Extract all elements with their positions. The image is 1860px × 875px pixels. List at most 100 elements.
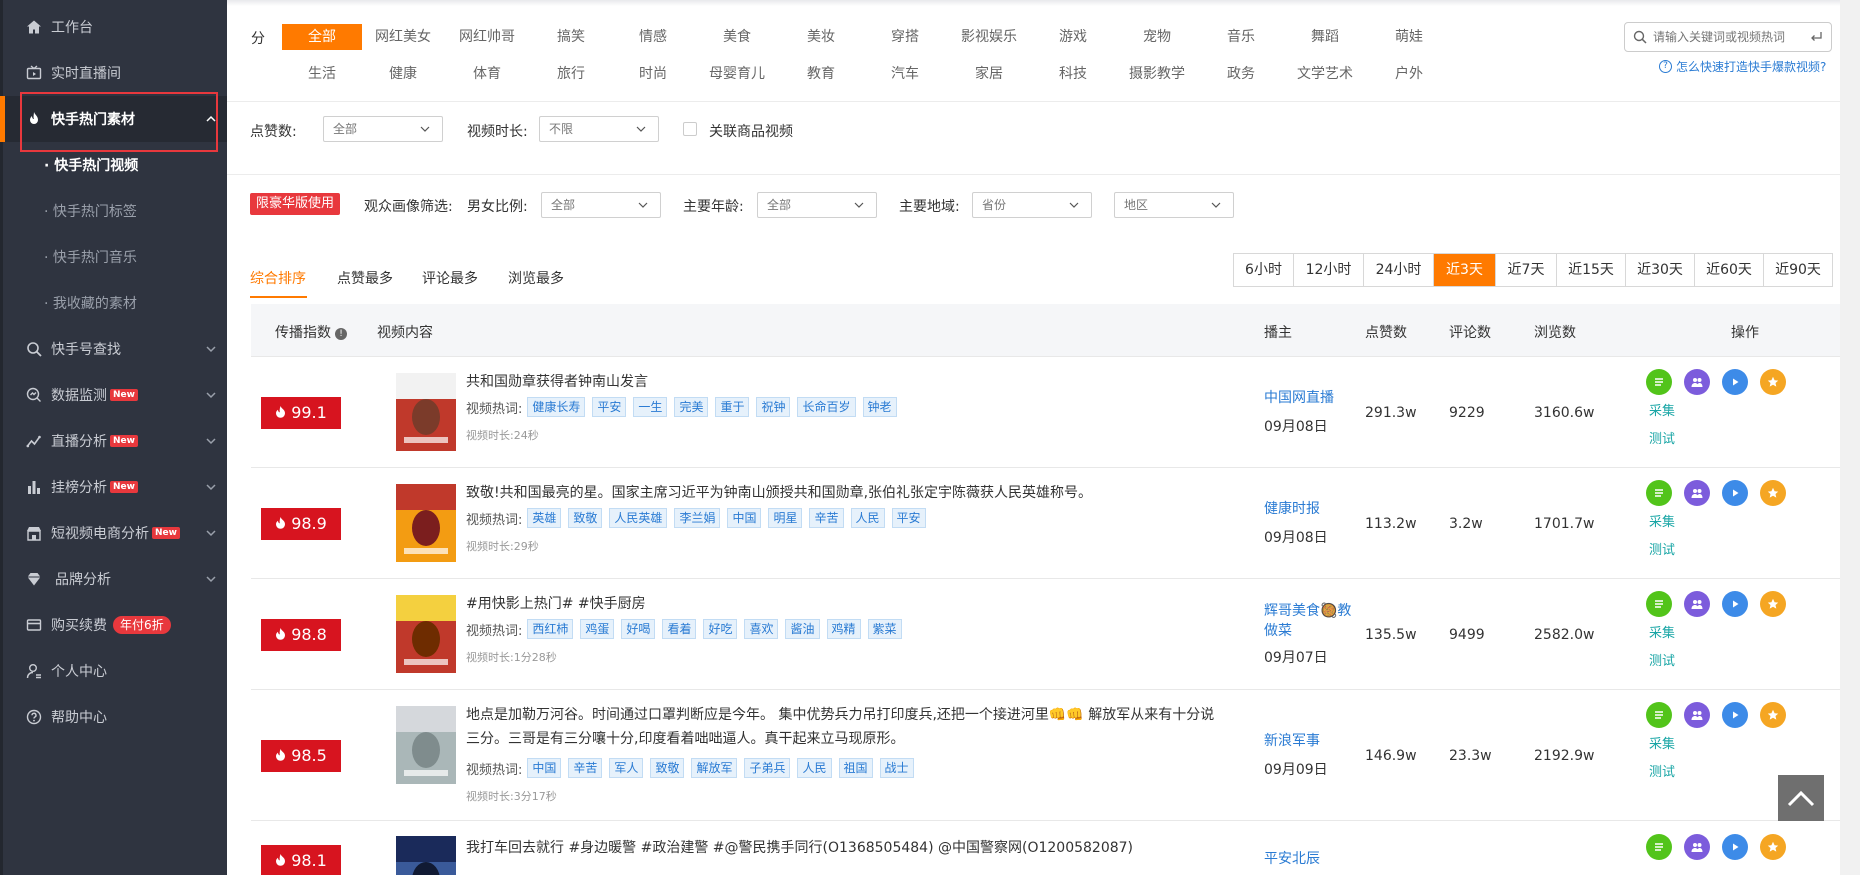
hot-word-tag[interactable]: 好喝 [621,619,656,639]
group-button[interactable] [1684,834,1710,860]
category-option[interactable]: 网红美女 [363,24,443,50]
video-thumbnail[interactable] [396,836,456,875]
detail-button[interactable] [1646,480,1672,506]
video-title[interactable]: #用快影上热门# #快手厨房 [466,592,1216,616]
group-button[interactable] [1684,591,1710,617]
sort-tab-most-views[interactable]: 浏览最多 [508,268,564,288]
time-range-3d[interactable]: 近3天 [1434,254,1496,286]
group-button[interactable] [1684,702,1710,728]
sidebar-subitem-hot-tags[interactable]: · 快手热门标签 [0,188,227,234]
play-button[interactable] [1722,834,1748,860]
hot-word-tag[interactable]: 重于 [715,397,750,417]
hot-word-tag[interactable]: 平安 [592,397,627,417]
sort-tab-most-comments[interactable]: 评论最多 [422,268,478,288]
search-box[interactable] [1624,22,1832,52]
sidebar-item-data-monitor[interactable]: 数据监测 New [0,372,227,418]
hot-word-tag[interactable]: 完美 [674,397,709,417]
sidebar-item-brand-analysis[interactable]: 品牌分析 [0,556,227,602]
category-option[interactable]: 全部 [282,24,362,50]
time-range-60d[interactable]: 近60天 [1695,254,1764,286]
category-option[interactable]: 美妆 [781,24,861,50]
category-option[interactable]: 科技 [1033,61,1113,87]
category-option[interactable]: 舞蹈 [1285,24,1365,50]
play-button[interactable] [1722,480,1748,506]
hot-word-tag[interactable]: 平安 [891,508,926,528]
hot-word-tag[interactable]: 战士 [879,758,914,778]
time-range-24h[interactable]: 24小时 [1364,254,1434,286]
time-range-30d[interactable]: 近30天 [1626,254,1695,286]
category-option[interactable]: 户外 [1369,61,1449,87]
play-button[interactable] [1722,702,1748,728]
hot-word-tag[interactable]: 人民 [797,758,832,778]
sidebar-item-ecommerce-analysis[interactable]: 短视频电商分析 New [0,510,227,556]
category-option[interactable]: 游戏 [1033,24,1113,50]
linked-goods-checkbox[interactable] [683,122,697,136]
category-option[interactable]: 宠物 [1117,24,1197,50]
category-option[interactable]: 情感 [613,24,693,50]
category-option[interactable]: 家居 [949,61,1029,87]
time-range-90d[interactable]: 近90天 [1764,254,1832,286]
likes-select[interactable]: 全部 [323,116,443,142]
sidebar-item-live-analysis[interactable]: 直播分析 New [0,418,227,464]
star-button[interactable] [1760,591,1786,617]
sidebar-item-hot-materials[interactable]: 快手热门素材 [0,96,227,142]
category-option[interactable]: 母婴育儿 [697,61,777,87]
category-option[interactable]: 美食 [697,24,777,50]
collect-link[interactable]: 采集 [1649,511,1675,530]
hot-word-tag[interactable]: 鸡精 [826,619,861,639]
video-title[interactable]: 我打车回去就行 #身边暖警 #政治建警 #@警民携手同行(O1368505484… [466,836,1216,860]
category-option[interactable]: 汽车 [865,61,945,87]
sidebar-item-live-room[interactable]: 实时直播间 [0,50,227,96]
detail-button[interactable] [1646,591,1672,617]
hot-word-tag[interactable]: 喜欢 [744,619,779,639]
sidebar-item-workbench[interactable]: 工作台 [0,4,227,50]
video-thumbnail[interactable] [396,706,456,784]
author-link[interactable]: 中国网直播 [1264,388,1359,408]
category-option[interactable]: 搞笑 [531,24,611,50]
video-title[interactable]: 共和国勋章获得者钟南山发言 [466,370,1216,394]
category-option[interactable]: 旅行 [531,61,611,87]
category-option[interactable]: 教育 [781,61,861,87]
star-button[interactable] [1760,369,1786,395]
hot-word-tag[interactable]: 辛苦 [809,508,844,528]
hot-word-tag[interactable]: 英雄 [527,508,562,528]
hot-word-tag[interactable]: 李兰娟 [674,508,721,528]
info-icon[interactable]: ! [335,328,347,340]
time-range-7d[interactable]: 近7天 [1496,254,1557,286]
sidebar-item-help-center[interactable]: 帮助中心 [0,694,227,740]
play-button[interactable] [1722,369,1748,395]
detail-button[interactable] [1646,702,1672,728]
hot-word-tag[interactable]: 子弟兵 [744,758,791,778]
sort-tab-most-likes[interactable]: 点赞最多 [337,268,393,288]
hot-word-tag[interactable]: 祝钟 [756,397,791,417]
category-option[interactable]: 文学艺术 [1285,61,1365,87]
collect-link[interactable]: 采集 [1649,400,1675,419]
hot-word-tag[interactable]: 长命百岁 [797,397,856,417]
area-select[interactable]: 地区 [1114,192,1234,218]
video-thumbnail[interactable] [396,484,456,562]
search-input[interactable] [1653,30,1803,44]
gender-select[interactable]: 全部 [541,192,661,218]
category-option[interactable]: 生活 [282,61,362,87]
collect-link[interactable]: 采集 [1649,622,1675,641]
category-option[interactable]: 体育 [447,61,527,87]
hot-word-tag[interactable]: 西红柿 [527,619,574,639]
province-select[interactable]: 省份 [972,192,1092,218]
hot-word-tag[interactable]: 鸡蛋 [580,619,615,639]
category-option[interactable]: 摄影教学 [1117,61,1197,87]
time-range-12h[interactable]: 12小时 [1294,254,1364,286]
group-button[interactable] [1684,480,1710,506]
time-range-15d[interactable]: 近15天 [1557,254,1626,286]
star-button[interactable] [1760,702,1786,728]
test-link[interactable]: 测试 [1649,539,1675,558]
group-button[interactable] [1684,369,1710,395]
video-title[interactable]: 地点是加勒万河谷。时间通过口罩判断应是今年。 集中优势兵力吊打印度兵,还把一个接… [466,703,1216,751]
hot-word-tag[interactable]: 致敬 [650,758,685,778]
star-button[interactable] [1760,480,1786,506]
hot-word-tag[interactable]: 明星 [768,508,803,528]
sidebar-subitem-hot-videos[interactable]: · 快手热门视频 [0,142,227,188]
hot-word-tag[interactable]: 好吃 [703,619,738,639]
hot-word-tag[interactable]: 军人 [609,758,644,778]
hot-word-tag[interactable]: 紫菜 [867,619,902,639]
category-option[interactable]: 政务 [1201,61,1281,87]
